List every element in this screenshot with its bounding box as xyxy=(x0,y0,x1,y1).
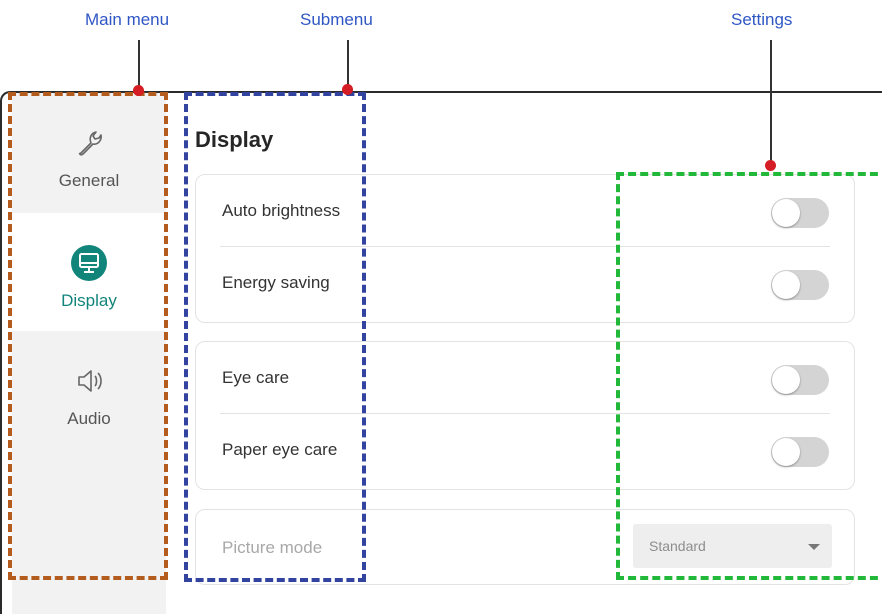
settings-leader-line xyxy=(770,40,772,164)
submenu-highlight-box xyxy=(184,92,366,582)
main-menu-marker xyxy=(133,85,144,96)
submenu-marker xyxy=(342,84,353,95)
main-menu-highlight-box xyxy=(8,92,168,580)
settings-annotation: Settings xyxy=(731,10,793,29)
settings-marker xyxy=(765,160,776,171)
submenu-annotation: Submenu xyxy=(300,10,373,29)
main-menu-annotation: Main menu xyxy=(85,10,170,29)
submenu-leader-line xyxy=(347,40,349,89)
settings-highlight-box xyxy=(616,172,882,580)
main-menu-leader-line xyxy=(138,40,140,89)
